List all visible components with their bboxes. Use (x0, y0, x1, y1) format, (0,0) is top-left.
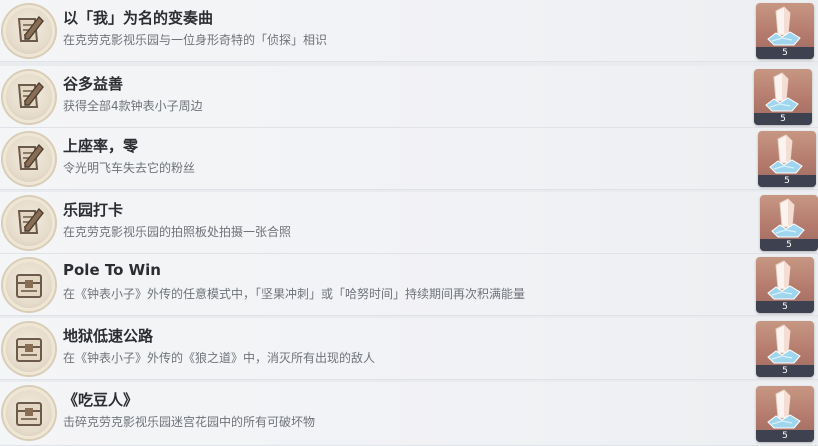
pen-scroll-badge-icon (3, 5, 55, 57)
reward-count: 5 (782, 48, 788, 58)
reward-item[interactable]: 5 (756, 386, 814, 442)
achievement-title: 乐园打卡 (63, 201, 124, 219)
achievement-description: 获得全部4款钟表小子周边 (63, 99, 203, 113)
achievement-description: 击碎克劳克影视乐园迷宫花园中的所有可破坏物 (63, 415, 316, 429)
achievement-title: Pole To Win (63, 261, 161, 279)
crystal-icon (767, 260, 801, 300)
reward-count: 5 (786, 240, 792, 250)
reward-count: 5 (784, 176, 790, 186)
chest-badge-icon (3, 387, 55, 439)
achievement-title: 谷多益善 (63, 75, 124, 93)
achievement-title: 上座率，零 (63, 137, 139, 155)
reward-count: 5 (782, 366, 788, 376)
crystal-icon (765, 72, 799, 112)
achievement-description: 在克劳克影视乐园的拍照板处拍摄一张合照 (63, 225, 292, 239)
achievement-row[interactable]: 谷多益善 获得全部4款钟表小子周边 5 (0, 66, 818, 128)
reward-count: 5 (782, 302, 788, 312)
achievement-row[interactable]: 《吃豆人》 击碎克劳克影视乐园迷宫花园中的所有可破坏物 5 (0, 382, 818, 446)
chest-badge-icon (3, 259, 55, 311)
achievement-description: 令光明飞车失去它的粉丝 (63, 161, 196, 175)
pen-scroll-badge-icon (3, 71, 55, 123)
achievement-row[interactable]: 上座率，零 令光明飞车失去它的粉丝 5 (0, 128, 818, 190)
reward-item[interactable]: 5 (756, 257, 814, 313)
reward-item[interactable]: 5 (756, 321, 814, 377)
achievement-list: 以「我」为名的变奏曲 在克劳克影视乐园与一位身形奇特的「侦探」相识 5 谷多益善… (0, 0, 818, 446)
achievement-description: 在克劳克影视乐园与一位身形奇特的「侦探」相识 (63, 33, 328, 47)
achievement-description: 在《钟表小子》外传的《狼之道》中，消灭所有出现的敌人 (63, 351, 376, 365)
crystal-icon (769, 134, 803, 174)
reward-item[interactable]: 5 (756, 3, 814, 59)
reward-count: 5 (782, 431, 788, 441)
reward-item[interactable]: 5 (754, 69, 812, 125)
achievement-title: 地狱低速公路 (63, 327, 154, 345)
pen-scroll-badge-icon (3, 133, 55, 185)
reward-item[interactable]: 5 (760, 195, 818, 251)
achievement-row[interactable]: 以「我」为名的变奏曲 在克劳克影视乐园与一位身形奇特的「侦探」相识 5 (0, 0, 818, 62)
achievement-row[interactable]: 乐园打卡 在克劳克影视乐园的拍照板处拍摄一张合照 5 (0, 192, 818, 254)
reward-item[interactable]: 5 (758, 131, 816, 187)
crystal-icon (767, 6, 801, 46)
crystal-icon (767, 324, 801, 364)
crystal-icon (771, 198, 805, 238)
achievement-row[interactable]: Pole To Win 在《钟表小子》外传的任意模式中，「坚果冲刺」或「哈努时间… (0, 254, 818, 316)
achievement-description: 在《钟表小子》外传的任意模式中，「坚果冲刺」或「哈努时间」持续期间再次积满能量 (63, 287, 526, 301)
achievement-row[interactable]: 地狱低速公路 在《钟表小子》外传的《狼之道》中，消灭所有出现的敌人 5 (0, 318, 818, 380)
chest-badge-icon (3, 323, 55, 375)
pen-scroll-badge-icon (3, 197, 55, 249)
achievement-title: 以「我」为名的变奏曲 (63, 9, 214, 27)
achievement-title: 《吃豆人》 (63, 391, 139, 409)
crystal-icon (767, 389, 801, 429)
reward-count: 5 (780, 114, 786, 124)
